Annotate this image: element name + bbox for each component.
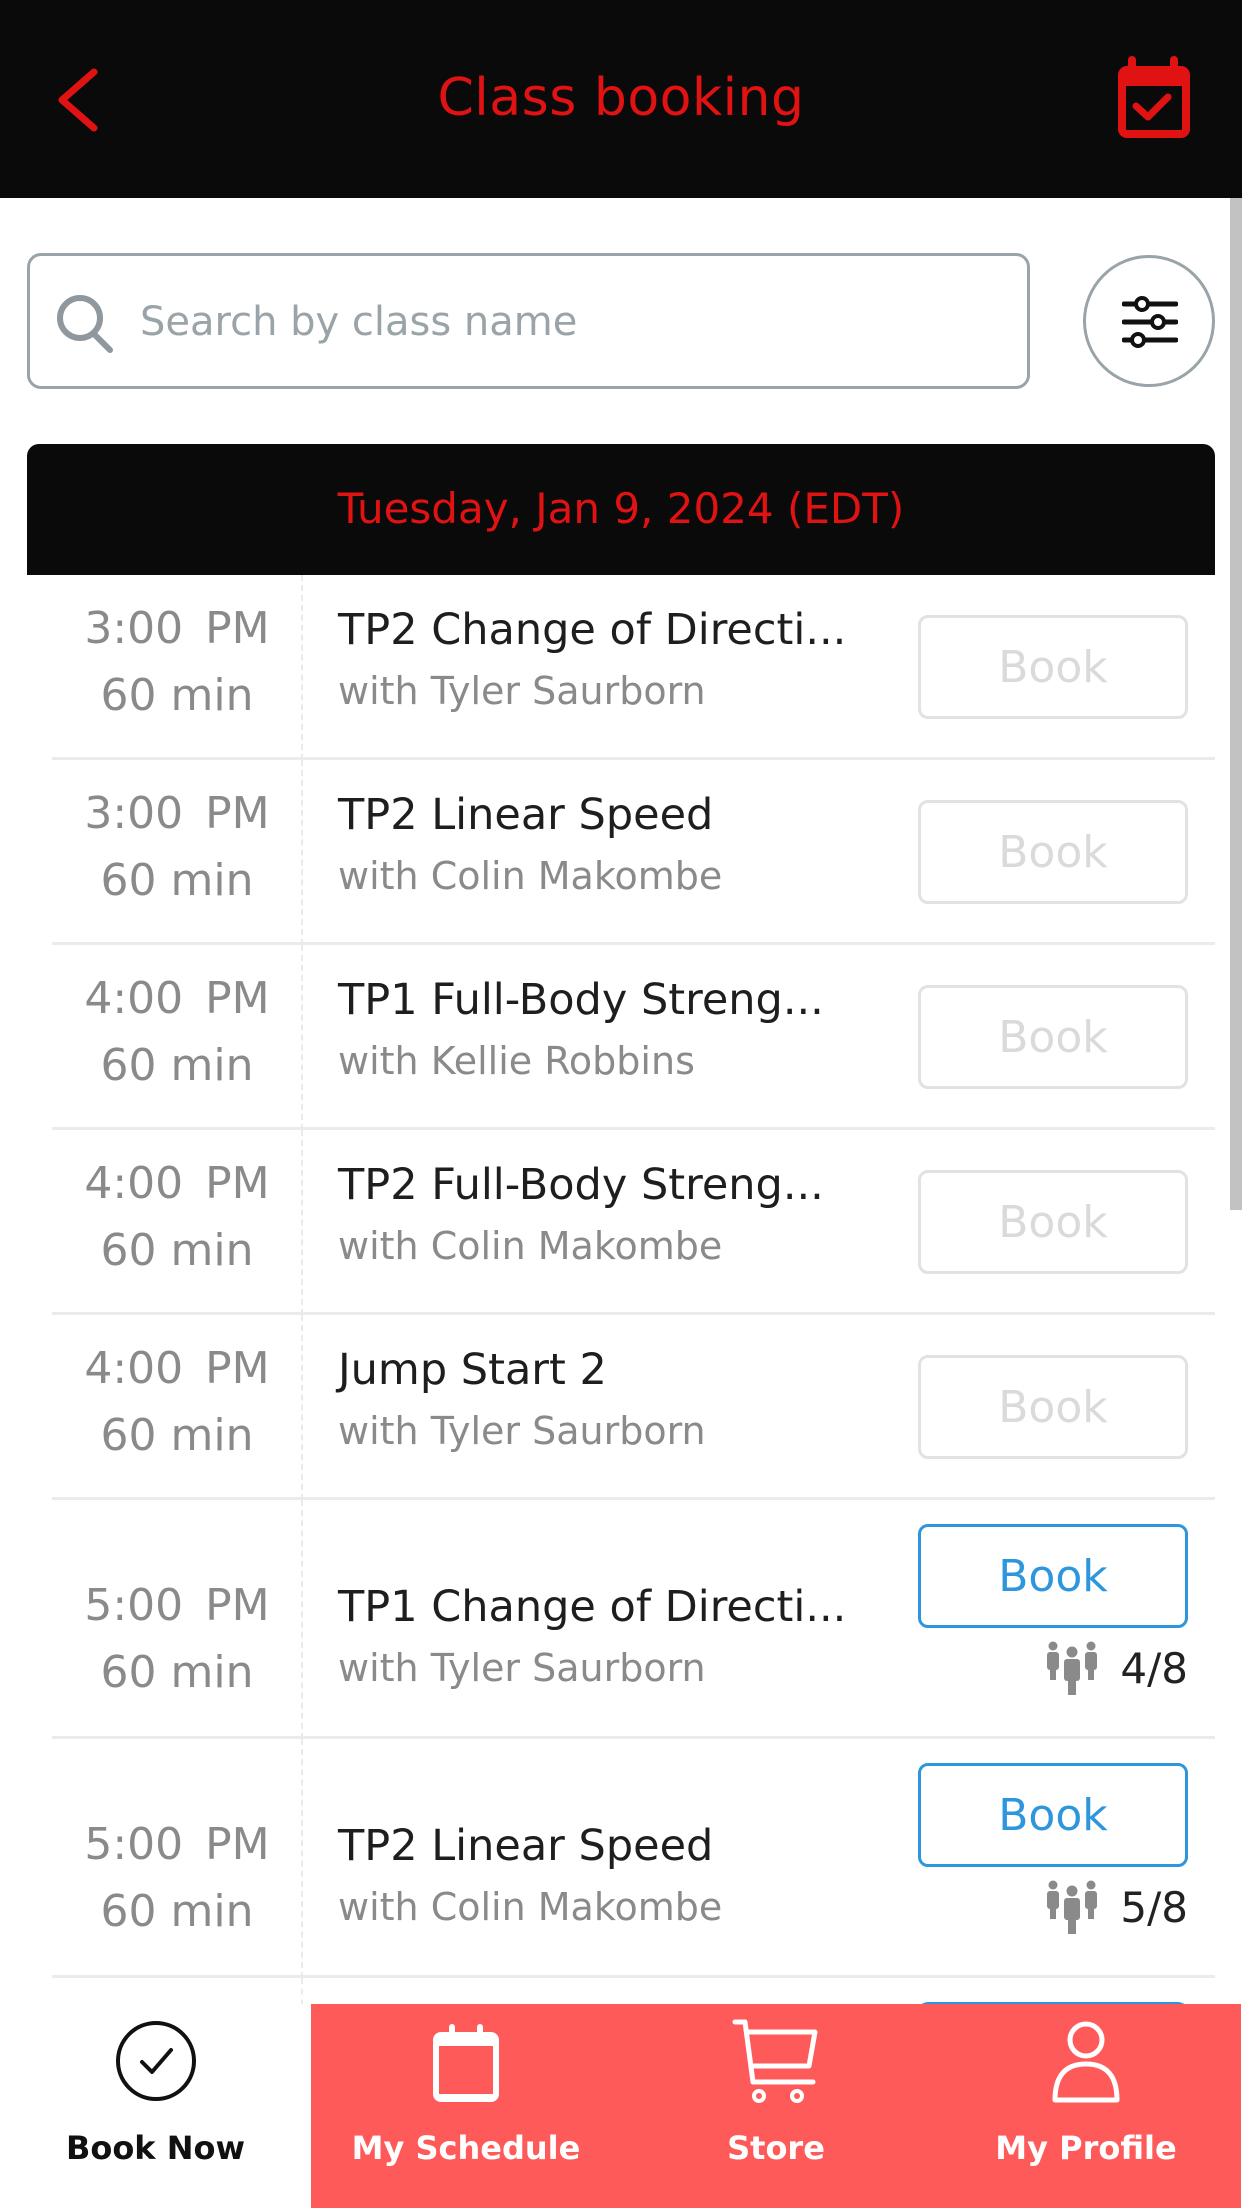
class-name: TP2 Full-Body Streng... [338, 1160, 824, 1210]
instructor: with Kellie Robbins [338, 1039, 695, 1083]
class-row: 4:00 PM 60 min TP1 Full-Body Streng... w… [0, 945, 1242, 1130]
instructor: with Tyler Saurborn [338, 669, 706, 713]
instructor: with Colin Makombe [338, 854, 723, 898]
nav-label: Store [727, 2129, 825, 2167]
class-name: TP2 Change of Directi... [338, 605, 847, 655]
duration: 60 min [100, 670, 254, 721]
filter-button[interactable] [1083, 255, 1215, 387]
book-button[interactable]: Book [918, 1524, 1188, 1628]
start-time: 4:00 PM [84, 973, 270, 1024]
duration: 60 min [100, 1040, 254, 1091]
class-name: TP1 Change of Directi... [338, 1582, 847, 1632]
calendar-icon [433, 2024, 499, 2102]
book-button[interactable]: Book [918, 1355, 1188, 1459]
class-name: Jump Start 2 [338, 1345, 607, 1395]
class-info[interactable]: TP1 Full-Body Streng... with Kellie Robb… [338, 975, 898, 1083]
class-row: 5:00 PM 60 min TP2 Linear Speed with Col… [0, 1739, 1242, 1978]
app-header: Class booking [0, 0, 1242, 198]
nav-my-schedule[interactable]: My Schedule [311, 2004, 621, 2208]
class-time: 3:00 PM 60 min [52, 603, 302, 721]
start-time: 5:00 PM [84, 1819, 270, 1870]
sliders-icon [1122, 296, 1178, 348]
calendar-check-icon[interactable] [1116, 54, 1192, 140]
nav-my-profile[interactable]: My Profile [931, 2004, 1241, 2208]
start-time: 3:00 PM [84, 788, 270, 839]
duration: 60 min [100, 1225, 254, 1276]
start-time: 5:00 PM [84, 1580, 270, 1631]
instructor: with Tyler Saurborn [338, 1646, 706, 1690]
class-row: 3:00 PM 60 min TP2 Linear Speed with Col… [0, 760, 1242, 945]
page-title: Class booking [437, 68, 805, 128]
cart-icon [732, 2019, 818, 2103]
class-time: 4:00 PM 60 min [52, 1343, 302, 1461]
book-button[interactable]: Book [918, 615, 1188, 719]
class-time: 5:00 PM 60 min [52, 1819, 302, 1937]
class-name: TP2 Linear Speed [338, 1821, 714, 1871]
class-time: 5:00 PM 60 min [52, 1580, 302, 1698]
search-input[interactable] [140, 286, 1000, 358]
class-info[interactable]: TP2 Full-Body Streng... with Colin Makom… [338, 1160, 898, 1268]
class-info[interactable]: TP2 Linear Speed with Colin Makombe [338, 790, 898, 898]
duration: 60 min [100, 1886, 254, 1937]
class-time: 3:00 PM 60 min [52, 788, 302, 906]
date-label: Tuesday, Jan 9, 2024 (EDT) [337, 484, 905, 533]
class-row: 4:00 PM 60 min TP2 Full-Body Streng... w… [0, 1130, 1242, 1315]
class-info[interactable]: TP2 Linear Speed with Colin Makombe [338, 1821, 898, 1929]
book-button[interactable]: Book [918, 1170, 1188, 1274]
start-time: 3:00 PM [84, 603, 270, 654]
nav-store[interactable]: Store [621, 2004, 931, 2208]
instructor: with Tyler Saurborn [338, 1409, 706, 1453]
duration: 60 min [100, 1410, 254, 1461]
class-row: 4:00 PM 60 min Jump Start 2 with Tyler S… [0, 1315, 1242, 1500]
instructor: with Colin Makombe [338, 1885, 723, 1929]
capacity-count: 5/8 [1120, 1882, 1188, 1932]
nav-book-now[interactable]: Book Now [0, 2004, 311, 2208]
nav-label: Book Now [65, 2129, 246, 2167]
check-circle-icon [115, 2021, 196, 2101]
start-time: 4:00 PM [84, 1343, 270, 1394]
user-icon [1052, 2021, 1120, 2103]
book-button[interactable]: Book [918, 1763, 1188, 1867]
search-icon [57, 295, 113, 353]
class-list: 3:00 PM 60 min TP2 Change of Directi... … [0, 575, 1242, 2042]
book-button[interactable]: Book [918, 985, 1188, 1089]
start-time: 4:00 PM [84, 1158, 270, 1209]
nav-label: My Schedule [351, 2129, 581, 2167]
date-header: Tuesday, Jan 9, 2024 (EDT) [27, 444, 1215, 575]
instructor: with Colin Makombe [338, 1224, 723, 1268]
class-time: 4:00 PM 60 min [52, 973, 302, 1091]
capacity: 5/8 [1044, 1879, 1188, 1935]
bottom-nav: Book Now My Schedule Store My Profile [0, 2004, 1242, 2208]
nav-label: My Profile [995, 2129, 1177, 2167]
search-box [27, 253, 1030, 389]
group-icon [1047, 1880, 1098, 1934]
book-button[interactable]: Book [918, 800, 1188, 904]
capacity: 4/8 [1044, 1640, 1188, 1696]
class-name: TP1 Full-Body Streng... [338, 975, 824, 1025]
class-info[interactable]: TP1 Change of Directi... with Tyler Saur… [338, 1582, 898, 1690]
class-row: 3:00 PM 60 min TP2 Change of Directi... … [0, 575, 1242, 760]
class-time: 4:00 PM 60 min [52, 1158, 302, 1276]
duration: 60 min [100, 855, 254, 906]
class-row: 5:00 PM 60 min TP1 Change of Directi... … [0, 1500, 1242, 1739]
duration: 60 min [100, 1647, 254, 1698]
capacity-count: 4/8 [1120, 1643, 1188, 1693]
class-name: TP2 Linear Speed [338, 790, 714, 840]
group-icon [1047, 1641, 1098, 1695]
class-info[interactable]: Jump Start 2 with Tyler Saurborn [338, 1345, 898, 1453]
class-info[interactable]: TP2 Change of Directi... with Tyler Saur… [338, 605, 898, 713]
